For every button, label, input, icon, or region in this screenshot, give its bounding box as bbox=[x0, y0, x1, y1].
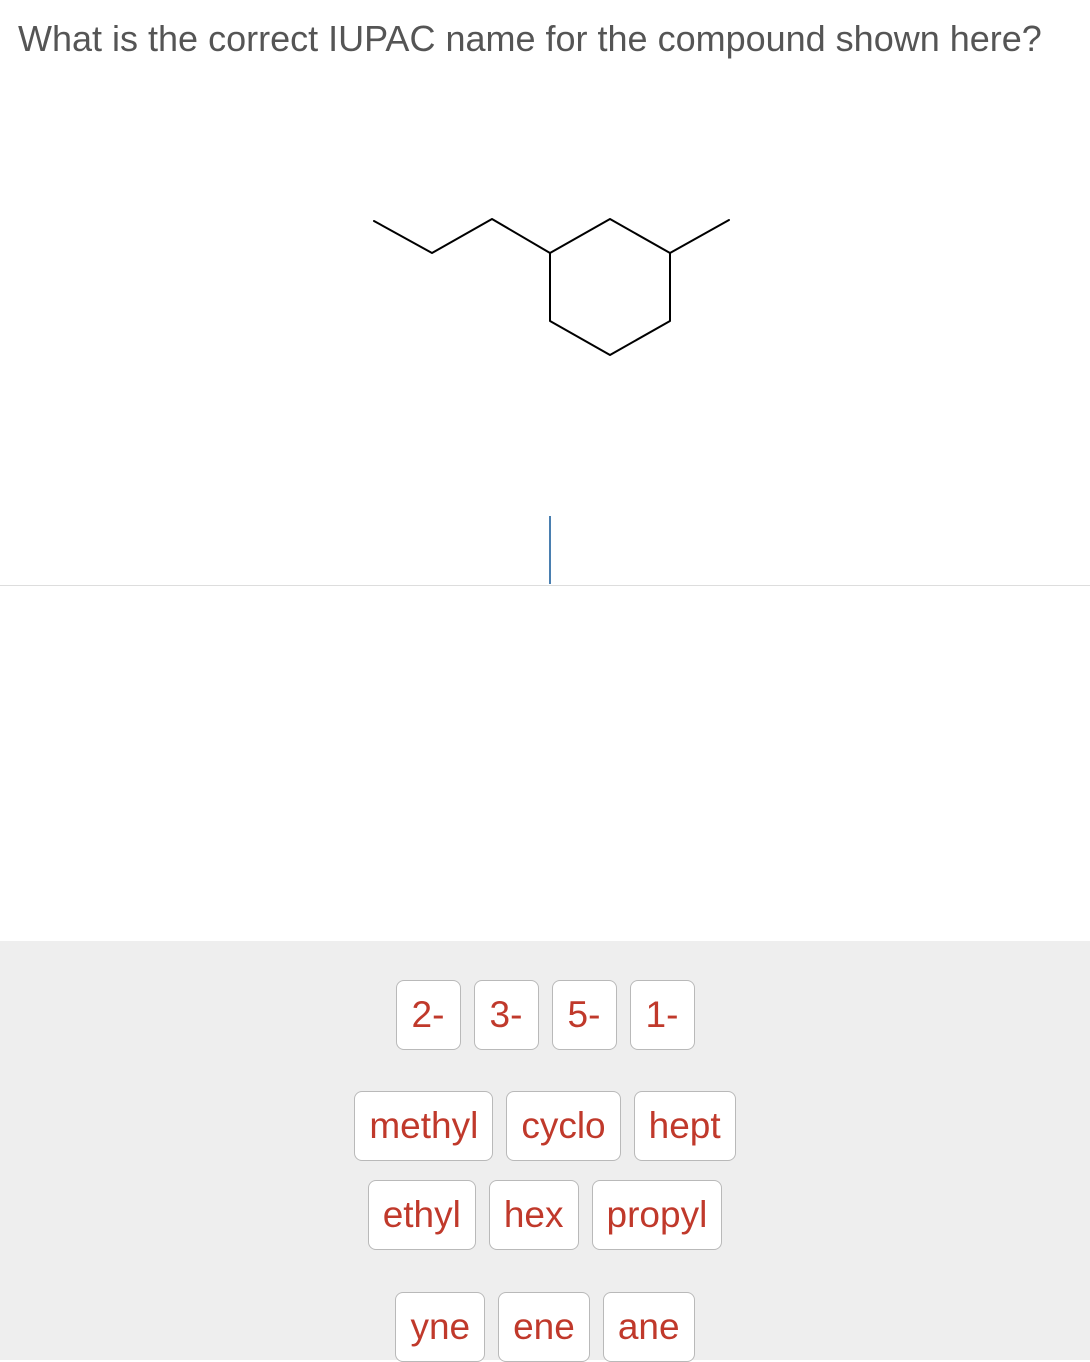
locant-row: 2- 3- 5- 1- bbox=[0, 980, 1090, 1050]
cyclohexane-ring bbox=[549, 218, 671, 356]
tile-cyclo[interactable]: cyclo bbox=[506, 1091, 621, 1161]
tile-locant-2[interactable]: 2- bbox=[395, 980, 461, 1050]
answer-drop-zone[interactable] bbox=[0, 500, 1090, 586]
tile-ane[interactable]: ane bbox=[602, 1292, 695, 1362]
tile-locant-5[interactable]: 5- bbox=[551, 980, 617, 1050]
tile-hept[interactable]: hept bbox=[633, 1091, 736, 1161]
substituent-row: methyl cyclo hept bbox=[0, 1091, 1090, 1161]
suffix-row: yne ene ane bbox=[0, 1292, 1090, 1362]
parent-row: ethyl hex propyl bbox=[0, 1180, 1090, 1250]
answer-divider bbox=[0, 585, 1090, 586]
skeletal-structure-drawing bbox=[373, 218, 730, 356]
tile-hex[interactable]: hex bbox=[488, 1180, 579, 1250]
tile-yne[interactable]: yne bbox=[395, 1292, 486, 1362]
text-cursor bbox=[549, 516, 551, 584]
ethyl-chain-bond bbox=[373, 218, 551, 254]
tile-methyl[interactable]: methyl bbox=[354, 1091, 494, 1161]
tile-ene[interactable]: ene bbox=[498, 1292, 590, 1362]
tile-locant-1[interactable]: 1- bbox=[629, 980, 695, 1050]
tile-locant-3[interactable]: 3- bbox=[473, 980, 539, 1050]
tile-propyl[interactable]: propyl bbox=[591, 1180, 723, 1250]
answer-tile-tray: 2- 3- 5- 1- methyl cyclo hept ethyl hex … bbox=[0, 941, 1090, 1362]
methyl-bond bbox=[669, 219, 730, 254]
tile-ethyl[interactable]: ethyl bbox=[367, 1180, 476, 1250]
